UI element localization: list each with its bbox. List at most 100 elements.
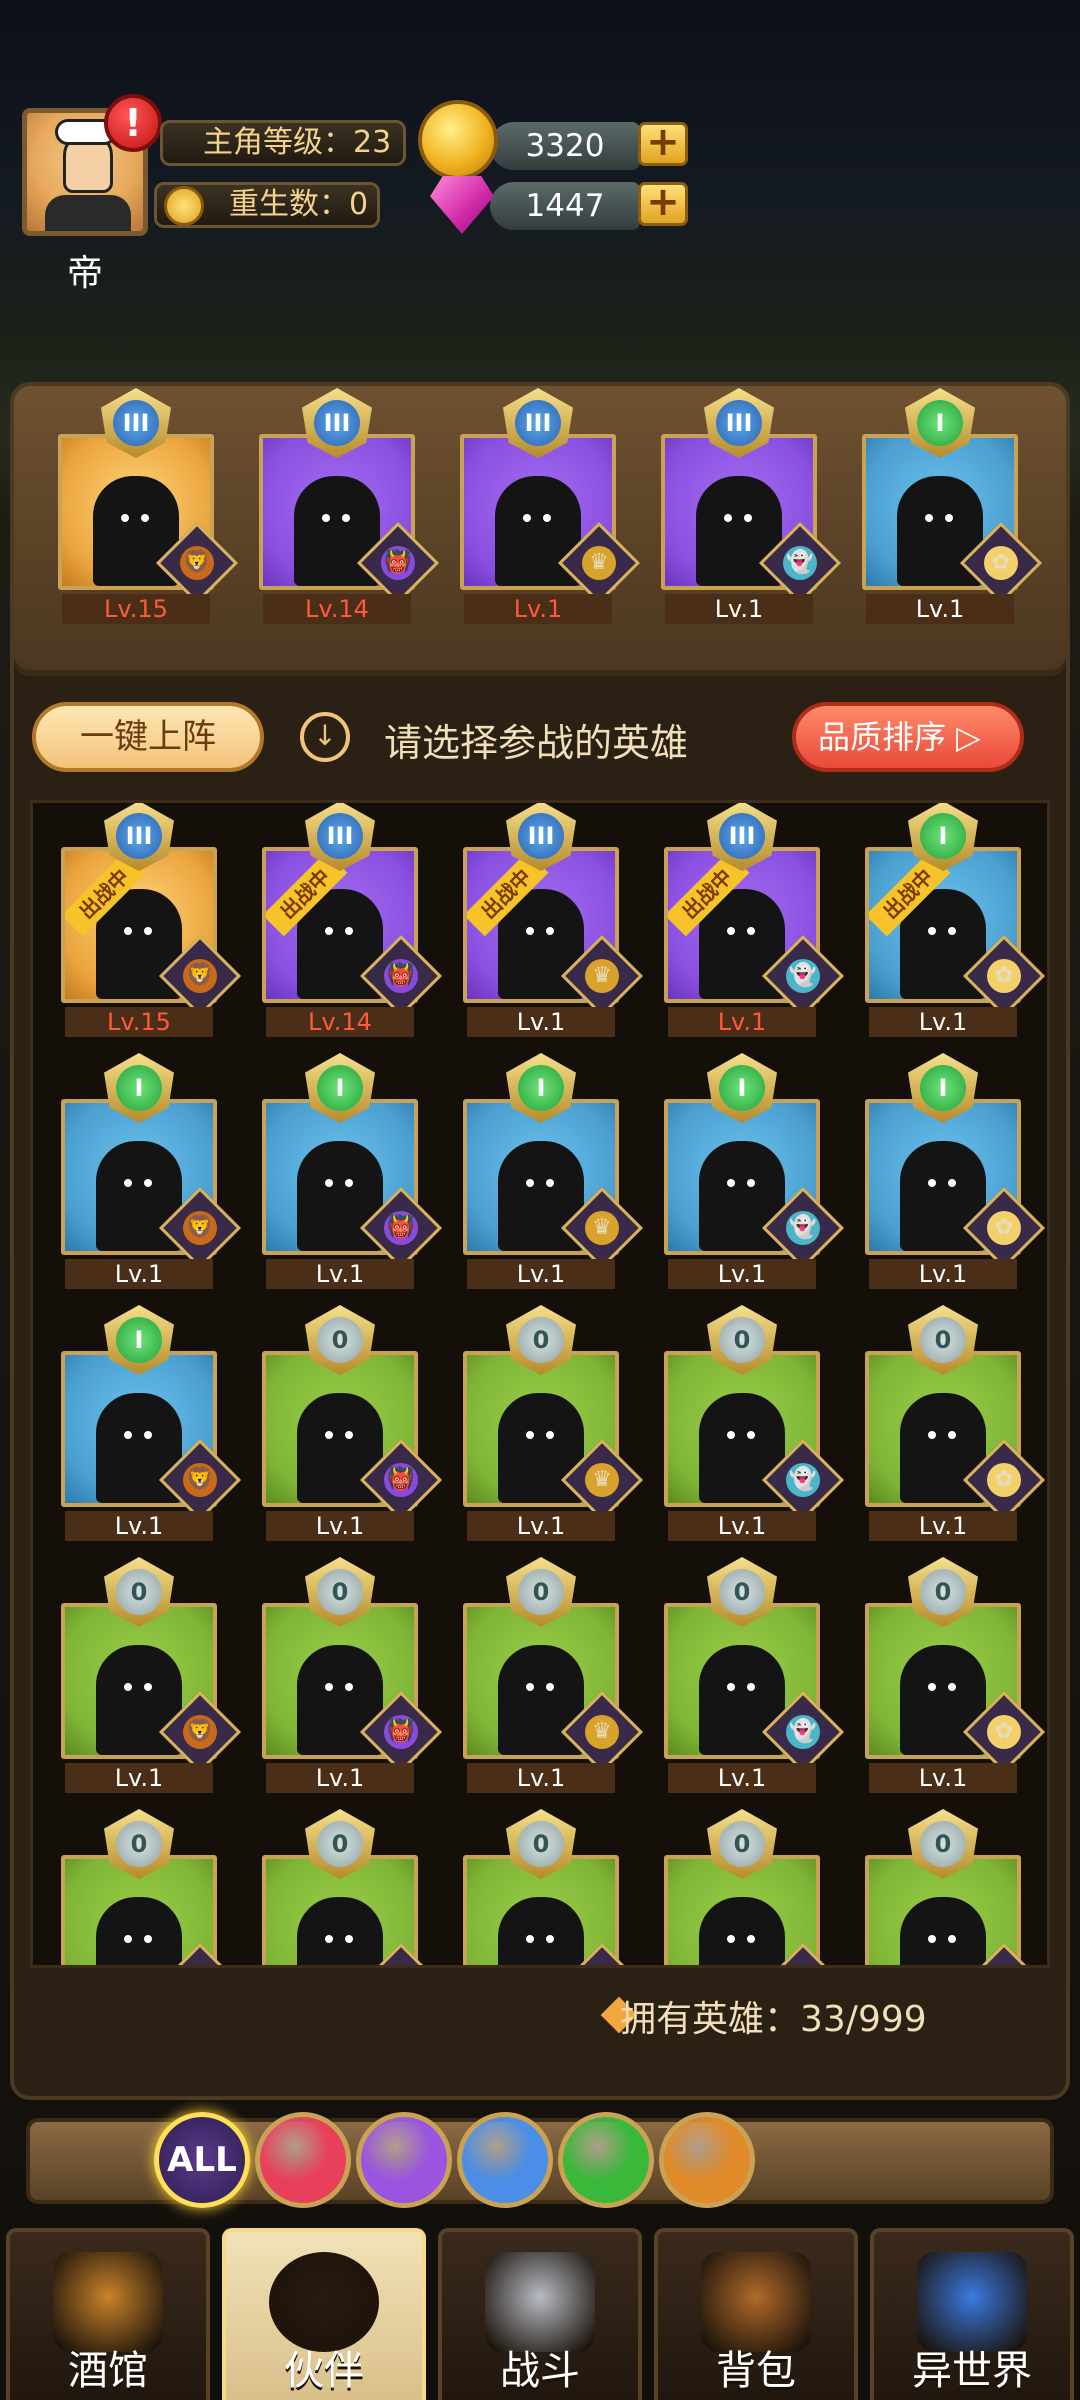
rank-label: III <box>518 813 564 859</box>
team-slot-card[interactable]: III ♛ Lv.1 <box>440 388 641 624</box>
rank-label: 0 <box>116 1569 162 1615</box>
filter-mage-button[interactable] <box>356 2112 452 2208</box>
rank-label: 0 <box>518 1569 564 1615</box>
hero-card[interactable]: 0🦁 <box>41 1809 242 1965</box>
add-gem-button[interactable]: + <box>638 182 688 226</box>
nav-bag-label: 背包 <box>716 2348 796 2394</box>
nav-otherworld-label: 异世界 <box>912 2348 1032 2394</box>
nav-tavern-tab[interactable]: 酒馆 <box>6 2228 210 2400</box>
rank-label: III <box>716 400 762 446</box>
rank-label: 0 <box>317 1317 363 1363</box>
add-gold-button[interactable]: + <box>638 122 688 166</box>
hero-card[interactable]: I 🦁 Lv.1 <box>41 1053 242 1289</box>
hero-level: Lv.1 <box>869 1511 1017 1541</box>
player-name: 帝 <box>66 253 103 294</box>
hero-level: Lv.1 <box>668 1763 816 1793</box>
hero-grid[interactable]: 出战中 III 🦁 Lv.15 出战中 III 👹 Lv.14 出战中 III ♛ Lv.1 出战中 II… <box>30 800 1050 1968</box>
rank-label: 0 <box>920 1317 966 1363</box>
hero-card[interactable]: 0✿ <box>845 1809 1046 1965</box>
down-arrow-icon: ↓ <box>300 712 350 762</box>
rebirth-count: 重生数：0 <box>229 187 369 222</box>
rank-label: 0 <box>719 1821 765 1867</box>
hero-figure <box>297 1897 383 1965</box>
hero-face-icon <box>269 2252 379 2352</box>
crossed-swords-icon <box>485 2252 595 2352</box>
hero-figure <box>699 1897 785 1965</box>
hero-level: Lv.14 <box>263 594 411 624</box>
rank-label: 0 <box>719 1569 765 1615</box>
filter-assassin-button[interactable] <box>457 2112 553 2208</box>
hero-card[interactable]: 0👹 <box>242 1809 443 1965</box>
player-level: 主角等级：23 <box>203 125 392 160</box>
hero-level: Lv.15 <box>65 1007 213 1037</box>
hero-card[interactable]: 0 👹 Lv.1 <box>242 1305 443 1541</box>
rank-label: I <box>917 400 963 446</box>
alert-icon[interactable]: ! <box>104 94 162 152</box>
rank-label: I <box>719 1065 765 1111</box>
hero-card[interactable]: I ✿ Lv.1 <box>845 1053 1046 1289</box>
sun-gear-icon <box>164 186 204 226</box>
hero-level: Lv.1 <box>665 594 813 624</box>
nav-partner-tab[interactable]: 伙伴 <box>222 2228 426 2400</box>
one-key-deploy-button[interactable]: 一键上阵 <box>32 702 264 772</box>
hero-card[interactable]: 出战中 I ✿ Lv.1 <box>845 803 1046 1037</box>
hero-card[interactable]: 出战中 III 🦁 Lv.15 <box>41 803 242 1037</box>
team-slot-card[interactable]: III 🦁 Lv.15 <box>38 388 239 624</box>
nav-partner-label: 伙伴 <box>284 2348 364 2394</box>
hero-figure <box>498 1897 584 1965</box>
hero-card[interactable]: 0♛ <box>443 1809 644 1965</box>
rank-label: III <box>116 813 162 859</box>
hero-card[interactable]: 0 ✿ Lv.1 <box>845 1305 1046 1541</box>
rank-label: 0 <box>920 1569 966 1615</box>
hero-figure <box>96 1897 182 1965</box>
hero-level: Lv.1 <box>869 1007 1017 1037</box>
hero-card[interactable]: 0 ♛ Lv.1 <box>443 1305 644 1541</box>
nav-otherworld-tab[interactable]: 异世界 <box>870 2228 1074 2400</box>
rank-label: III <box>719 813 765 859</box>
rank-label: 0 <box>719 1317 765 1363</box>
filter-healer-button[interactable] <box>558 2112 654 2208</box>
hero-card[interactable]: 出战中 III 👻 Lv.1 <box>644 803 845 1037</box>
team-slot-card[interactable]: I ✿ Lv.1 <box>842 388 1043 624</box>
rank-label: III <box>317 813 363 859</box>
hero-card[interactable]: 0👻 <box>644 1809 845 1965</box>
hero-level: Lv.1 <box>266 1763 414 1793</box>
hero-level: Lv.1 <box>467 1763 615 1793</box>
portal-icon <box>917 2252 1027 2352</box>
hero-card[interactable]: 0 🦁 Lv.1 <box>41 1557 242 1793</box>
nav-bag-tab[interactable]: 背包 <box>654 2228 858 2400</box>
level-pill: 主角等级：23 <box>160 120 406 166</box>
filter-tank-button[interactable] <box>659 2112 755 2208</box>
hero-card[interactable]: 0 👹 Lv.1 <box>242 1557 443 1793</box>
hero-card[interactable]: 0 👻 Lv.1 <box>644 1305 845 1541</box>
rank-label: III <box>113 400 159 446</box>
hero-card[interactable]: I 👹 Lv.1 <box>242 1053 443 1289</box>
rank-label: 0 <box>317 1569 363 1615</box>
hero-level: Lv.1 <box>869 1763 1017 1793</box>
hero-level: Lv.1 <box>266 1511 414 1541</box>
nav-battle-label: 战斗 <box>500 2348 580 2394</box>
hero-card[interactable]: 0 ♛ Lv.1 <box>443 1557 644 1793</box>
rank-label: I <box>116 1317 162 1363</box>
team-slot-card[interactable]: III 👻 Lv.1 <box>641 388 842 624</box>
filter-warrior-button[interactable] <box>255 2112 351 2208</box>
rank-label: 0 <box>518 1821 564 1867</box>
quality-sort-button[interactable]: 品质排序 ▷ <box>792 702 1024 772</box>
hero-level: Lv.15 <box>62 594 210 624</box>
hero-card[interactable]: 出战中 III ♛ Lv.1 <box>443 803 644 1037</box>
filter-all-button[interactable]: ALL <box>154 2112 250 2208</box>
nav-battle-tab[interactable]: 战斗 <box>438 2228 642 2400</box>
hero-card[interactable]: I ♛ Lv.1 <box>443 1053 644 1289</box>
rank-label: 0 <box>518 1317 564 1363</box>
hero-card[interactable]: 0 👻 Lv.1 <box>644 1557 845 1793</box>
rank-label: I <box>920 813 966 859</box>
gem-amount: 1447 <box>490 182 640 230</box>
hero-level: Lv.1 <box>467 1259 615 1289</box>
hero-card[interactable]: I 🦁 Lv.1 <box>41 1305 242 1541</box>
hero-card[interactable]: I 👻 Lv.1 <box>644 1053 845 1289</box>
rank-label: I <box>518 1065 564 1111</box>
team-slot-card[interactable]: III 👹 Lv.14 <box>239 388 440 624</box>
rank-label: 0 <box>920 1821 966 1867</box>
hero-card[interactable]: 0 ✿ Lv.1 <box>845 1557 1046 1793</box>
hero-card[interactable]: 出战中 III 👹 Lv.14 <box>242 803 443 1037</box>
